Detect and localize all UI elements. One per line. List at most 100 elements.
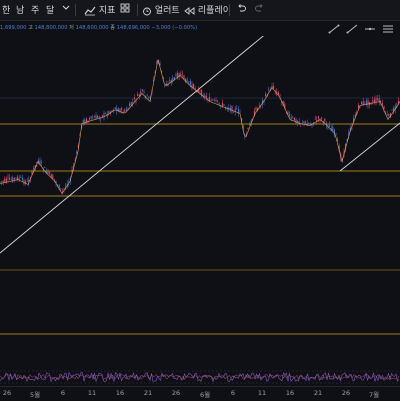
candle-body <box>97 115 99 118</box>
candle-body <box>236 108 238 109</box>
candle-body <box>305 121 307 123</box>
oscillator-pane <box>0 370 400 384</box>
candle-body <box>137 94 139 96</box>
alert-button[interactable]: 얼러트 <box>142 3 180 16</box>
candle-body <box>143 91 145 93</box>
candle-body <box>324 118 326 121</box>
candle-body <box>1 181 3 182</box>
candle-body <box>9 177 11 180</box>
candle-body <box>44 166 46 168</box>
fib-levels-tool-icon[interactable] <box>382 24 394 36</box>
candle-body <box>169 80 171 82</box>
time-axis-label: 11 <box>87 389 97 397</box>
ray-tool-icon[interactable] <box>346 24 358 36</box>
candle-body <box>121 107 123 110</box>
candle-body <box>186 79 188 82</box>
ohlc-info-bar: 1,699,000 고 148,800,000 저 148,600,000 종 … <box>0 24 197 34</box>
time-axis-label: 16 <box>115 389 125 397</box>
candle-body <box>63 188 65 190</box>
indicator-button[interactable]: 지표 <box>84 3 115 16</box>
toolbar-divider <box>137 4 138 16</box>
candle-body <box>364 101 366 102</box>
chevron-down-icon[interactable] <box>62 3 70 13</box>
candle-body <box>124 109 126 112</box>
candle-body <box>335 133 337 135</box>
time-axis-label: 7월 <box>368 391 380 399</box>
oscillator-line <box>0 371 400 383</box>
grid-icon[interactable] <box>120 3 130 14</box>
drawing-tools <box>320 24 400 36</box>
candle-body <box>133 97 135 99</box>
candle-body <box>218 102 220 104</box>
close-label: 종 <box>110 25 116 31</box>
redo-icon[interactable] <box>255 3 265 14</box>
candle-body <box>108 110 110 113</box>
candle-body <box>381 103 383 106</box>
candle-body <box>210 100 212 101</box>
candle-body <box>295 119 297 124</box>
price-chart[interactable] <box>0 36 400 386</box>
close-value: 148,696,000 <box>116 25 150 31</box>
candle-body <box>0 181 1 183</box>
period-button-3[interactable]: 주 <box>31 3 39 16</box>
candle-body <box>181 73 183 75</box>
horizontal-levels <box>0 97 400 335</box>
candle-body <box>138 94 140 96</box>
period-button-4[interactable]: 달 <box>46 3 54 16</box>
change-value: −3,000 (−0.00%) <box>151 25 198 31</box>
candle-body <box>273 86 275 89</box>
candle-body <box>196 91 198 93</box>
candle-body <box>193 83 195 89</box>
candle-body <box>265 94 267 97</box>
candle-body <box>231 105 233 112</box>
candle-body <box>367 100 369 106</box>
candle-body <box>329 124 331 127</box>
candle-body <box>386 114 388 115</box>
candle-body <box>2 180 4 182</box>
time-axis-label: 21 <box>143 389 153 397</box>
replay-button[interactable]: 리플레이 <box>184 3 231 16</box>
top-toolbar: 한 남 주 달 지표 얼러트 리플레이 <box>0 0 400 21</box>
candle-body <box>212 99 214 101</box>
candle-body <box>23 179 25 184</box>
candle-body <box>388 113 390 116</box>
high-value: 148,800,000 <box>34 25 68 31</box>
candle-body <box>116 107 118 112</box>
time-axis-label: 6 <box>60 389 66 397</box>
candle-body <box>15 177 17 179</box>
candle-body <box>357 105 359 108</box>
candle-body <box>361 101 363 105</box>
time-axis-label: 21 <box>313 389 323 397</box>
chart-line-icon <box>84 6 96 15</box>
candle-body <box>61 190 63 192</box>
candle-body <box>277 92 279 95</box>
candle-body <box>377 98 379 100</box>
period-button-2[interactable]: 남 <box>16 3 24 16</box>
trend-line[interactable] <box>0 36 285 254</box>
alarm-clock-icon <box>143 7 151 15</box>
candle-body <box>189 81 191 85</box>
time-axis-label: 26 <box>171 389 181 397</box>
candle-body <box>375 98 377 103</box>
candlestick-series <box>0 59 400 195</box>
time-axis-label: 6월 <box>199 391 211 399</box>
horizontal-line-tool-icon[interactable] <box>364 24 376 36</box>
candle-body <box>47 170 49 173</box>
candle-body <box>33 168 35 170</box>
candle-body <box>314 118 316 120</box>
toolbar-divider <box>229 4 230 16</box>
time-axis-label: 26 <box>341 389 351 397</box>
candle-body <box>125 108 127 111</box>
candle-body <box>220 106 222 108</box>
candle-body <box>21 177 23 180</box>
undo-icon[interactable] <box>236 3 246 14</box>
candle-body <box>111 110 113 112</box>
candle-body <box>321 117 323 120</box>
candle-body <box>332 126 334 131</box>
time-axis-label: 26 <box>2 389 12 397</box>
period-button-1[interactable]: 한 <box>2 3 10 16</box>
time-axis: 26 5월 6 11 16 21 26 6월 6 11 16 21 26 7월 <box>0 386 400 401</box>
candle-body <box>31 170 33 175</box>
candle-body <box>197 89 199 92</box>
trendline-tool-icon[interactable] <box>328 24 340 36</box>
